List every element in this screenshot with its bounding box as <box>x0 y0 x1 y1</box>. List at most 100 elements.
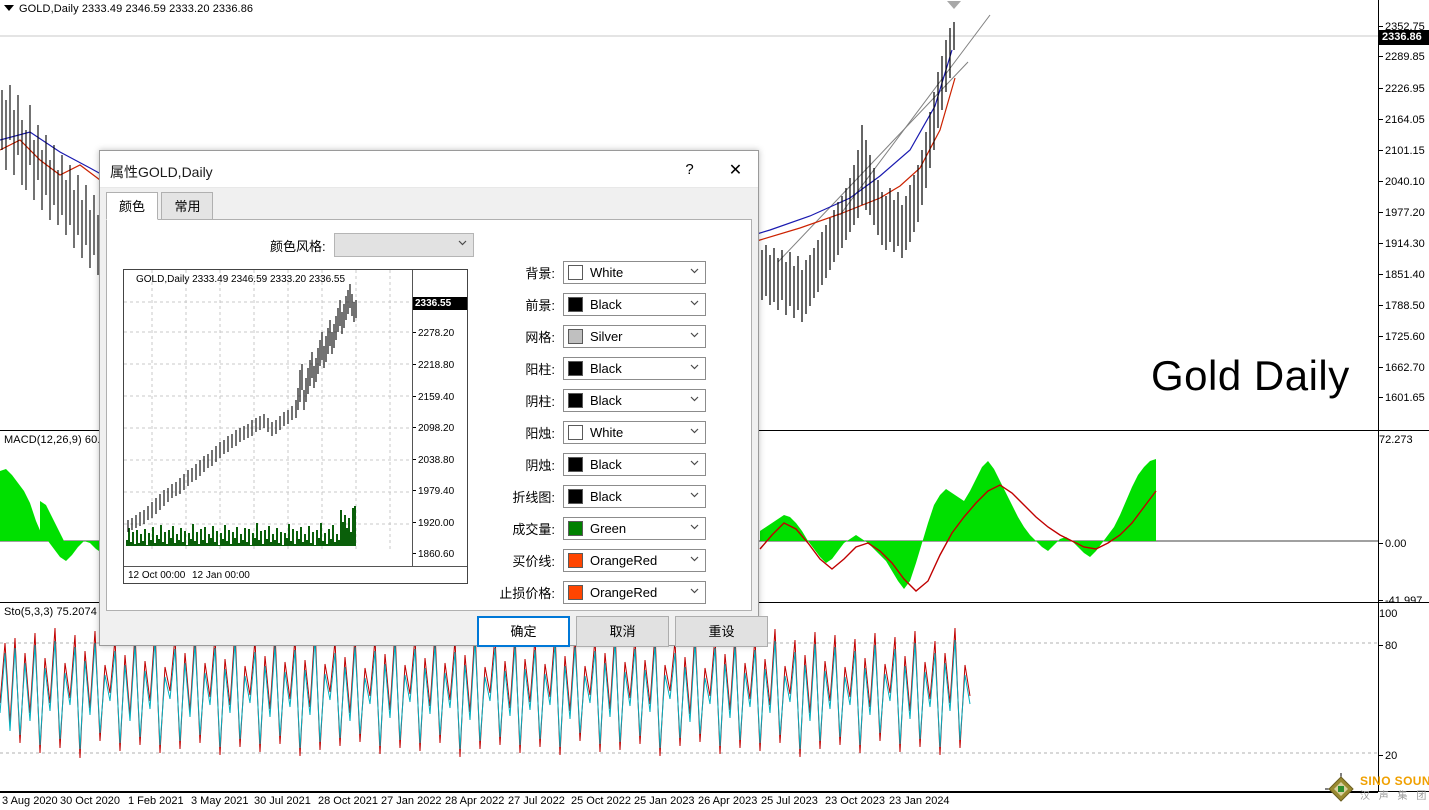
tab-common[interactable]: 常用 <box>161 192 213 220</box>
date-tick: 25 Jul 2023 <box>761 795 818 807</box>
date-tick: 23 Oct 2023 <box>825 795 885 807</box>
price-tick: 2226.95 <box>1379 84 1429 95</box>
color-setting-row: 折线图:Black <box>497 480 747 512</box>
macd-tick: 0.00 <box>1379 539 1429 550</box>
color-setting-label: 网格: <box>497 327 563 346</box>
color-select-3[interactable]: Black <box>563 357 706 380</box>
dialog-body: 颜色 常用 颜色风格: GOLD,Daily 2333.49 2346.59 2… <box>100 188 758 645</box>
color-scheme-label: 颜色风格: <box>270 236 326 255</box>
preview-current-price-label: 2336.55 <box>413 297 468 310</box>
color-select-6[interactable]: Black <box>563 453 706 476</box>
watermark: SINO SOUND 汉 声 集 团 <box>1325 773 1425 803</box>
color-swatch <box>568 521 583 536</box>
color-select-2[interactable]: Silver <box>563 325 706 348</box>
color-swatch <box>568 457 583 472</box>
date-tick: 1 Feb 2021 <box>128 795 184 807</box>
color-setting-row: 买价线: OrangeRed <box>497 544 747 576</box>
preview-price-tick: 2278.20 <box>413 329 454 339</box>
metatrader-chart-window: GOLD,Daily 2333.49 2346.59 2333.20 2336.… <box>0 0 1429 810</box>
color-setting-row: 阴烛:Black <box>497 448 747 480</box>
color-swatch <box>568 585 583 600</box>
date-tick: 30 Jul 2021 <box>254 795 311 807</box>
color-setting-label: 前景: <box>497 295 563 314</box>
color-setting-row: 背景: White <box>497 256 747 288</box>
price-tick: 1914.30 <box>1379 239 1429 250</box>
dialog-titlebar[interactable]: 属性GOLD,Daily ? ✕ <box>100 151 758 188</box>
preview-price-scale: 2336.552278.202218.802159.402098.202038.… <box>412 270 467 566</box>
color-value-label: OrangeRed <box>590 553 657 568</box>
date-tick: 28 Oct 2021 <box>318 795 378 807</box>
stochastic-tick: 100 <box>1379 609 1429 620</box>
chevron-down-icon <box>690 556 698 564</box>
close-icon[interactable]: ✕ <box>713 151 758 188</box>
price-tick: 1662.70 <box>1379 363 1429 374</box>
gold-daily-overlay-text: Gold Daily <box>1151 352 1350 400</box>
macd-tick: 72.273 <box>1379 435 1429 446</box>
color-select-10[interactable]: OrangeRed <box>563 581 706 604</box>
color-value-label: OrangeRed <box>590 585 657 600</box>
preview-date-tick: 12 Jan 00:00 <box>192 570 250 581</box>
cancel-button[interactable]: 取消 <box>576 616 669 647</box>
date-tick: 28 Apr 2022 <box>445 795 504 807</box>
chevron-down-icon <box>690 396 698 404</box>
price-tick: 2040.10 <box>1379 177 1429 188</box>
color-value-label: Black <box>590 361 622 376</box>
color-select-9[interactable]: OrangeRed <box>563 549 706 572</box>
color-select-8[interactable]: Green <box>563 517 706 540</box>
price-tick: 2101.15 <box>1379 146 1429 157</box>
chevron-down-icon <box>458 240 466 248</box>
preview-price-tick: 1860.60 <box>413 550 454 560</box>
ok-button[interactable]: 确定 <box>477 616 570 647</box>
color-setting-row: 成交量:Green <box>497 512 747 544</box>
chart-properties-dialog[interactable]: 属性GOLD,Daily ? ✕ 颜色 常用 颜色风格: <box>99 150 759 646</box>
color-setting-row: 阳柱: Black <box>497 352 747 384</box>
color-setting-label: 背景: <box>497 263 563 282</box>
watermark-line2: 汉 声 集 团 <box>1360 787 1429 802</box>
color-setting-label: 买价线: <box>497 551 563 570</box>
chevron-down-icon <box>690 332 698 340</box>
date-tick: 27 Jan 2022 <box>381 795 442 807</box>
color-setting-label: 阳柱: <box>497 359 563 378</box>
price-tick: 1788.50 <box>1379 301 1429 312</box>
color-setting-row: 止损价格: OrangeRed <box>497 576 747 608</box>
chevron-down-icon <box>690 300 698 308</box>
collapse-triangle-icon[interactable] <box>4 5 14 11</box>
chevron-down-icon <box>690 428 698 436</box>
dialog-tabs[interactable]: 颜色 常用 <box>106 192 212 220</box>
color-setting-row: 阴柱:Black <box>497 384 747 416</box>
dialog-buttons: 确定 取消 重设 <box>100 616 758 656</box>
price-tick: 1601.65 <box>1379 393 1429 404</box>
color-value-label: White <box>590 265 623 280</box>
color-swatch <box>568 489 583 504</box>
color-select-7[interactable]: Black <box>563 485 706 508</box>
help-icon[interactable]: ? <box>667 151 712 188</box>
chart-top-marker-icon <box>947 1 961 9</box>
stochastic-scale[interactable]: 1008020 <box>1378 603 1429 792</box>
chart-preview: GOLD,Daily 2333.49 2346.59 2333.20 2336.… <box>123 269 468 584</box>
preview-price-tick: 2038.80 <box>413 456 454 466</box>
chevron-down-icon <box>690 524 698 532</box>
date-axis[interactable]: 3 Aug 202030 Oct 20201 Feb 20213 May 202… <box>0 792 1378 810</box>
dialog-title: 属性GOLD,Daily <box>110 162 213 182</box>
color-value-label: Black <box>590 393 622 408</box>
preview-date-axis: 12 Oct 00:0012 Jan 00:00 <box>124 566 467 583</box>
color-setting-label: 止损价格: <box>497 583 563 602</box>
preview-price-tick: 2218.80 <box>413 361 454 371</box>
macd-scale[interactable]: 72.2730.00-41.997 <box>1378 431 1429 603</box>
color-setting-row: 前景:Black <box>497 288 747 320</box>
color-select-5[interactable]: White <box>563 421 706 444</box>
colors-tab-panel: 颜色风格: GOLD,Daily 2333.49 2346.59 2333.20… <box>106 219 752 611</box>
date-tick: 26 Apr 2023 <box>698 795 757 807</box>
reset-button[interactable]: 重设 <box>675 616 768 647</box>
color-select-4[interactable]: Black <box>563 389 706 412</box>
color-select-1[interactable]: Black <box>563 293 706 316</box>
color-swatch <box>568 361 583 376</box>
color-select-0[interactable]: White <box>563 261 706 284</box>
chevron-down-icon <box>690 492 698 500</box>
price-tick: 2164.05 <box>1379 115 1429 126</box>
price-scale[interactable]: 2352.752289.852226.952164.052101.152040.… <box>1378 0 1429 431</box>
color-scheme-select[interactable] <box>334 233 474 257</box>
tab-colors[interactable]: 颜色 <box>106 192 158 220</box>
color-setting-label: 折线图: <box>497 487 563 506</box>
date-tick: 25 Jan 2023 <box>634 795 695 807</box>
